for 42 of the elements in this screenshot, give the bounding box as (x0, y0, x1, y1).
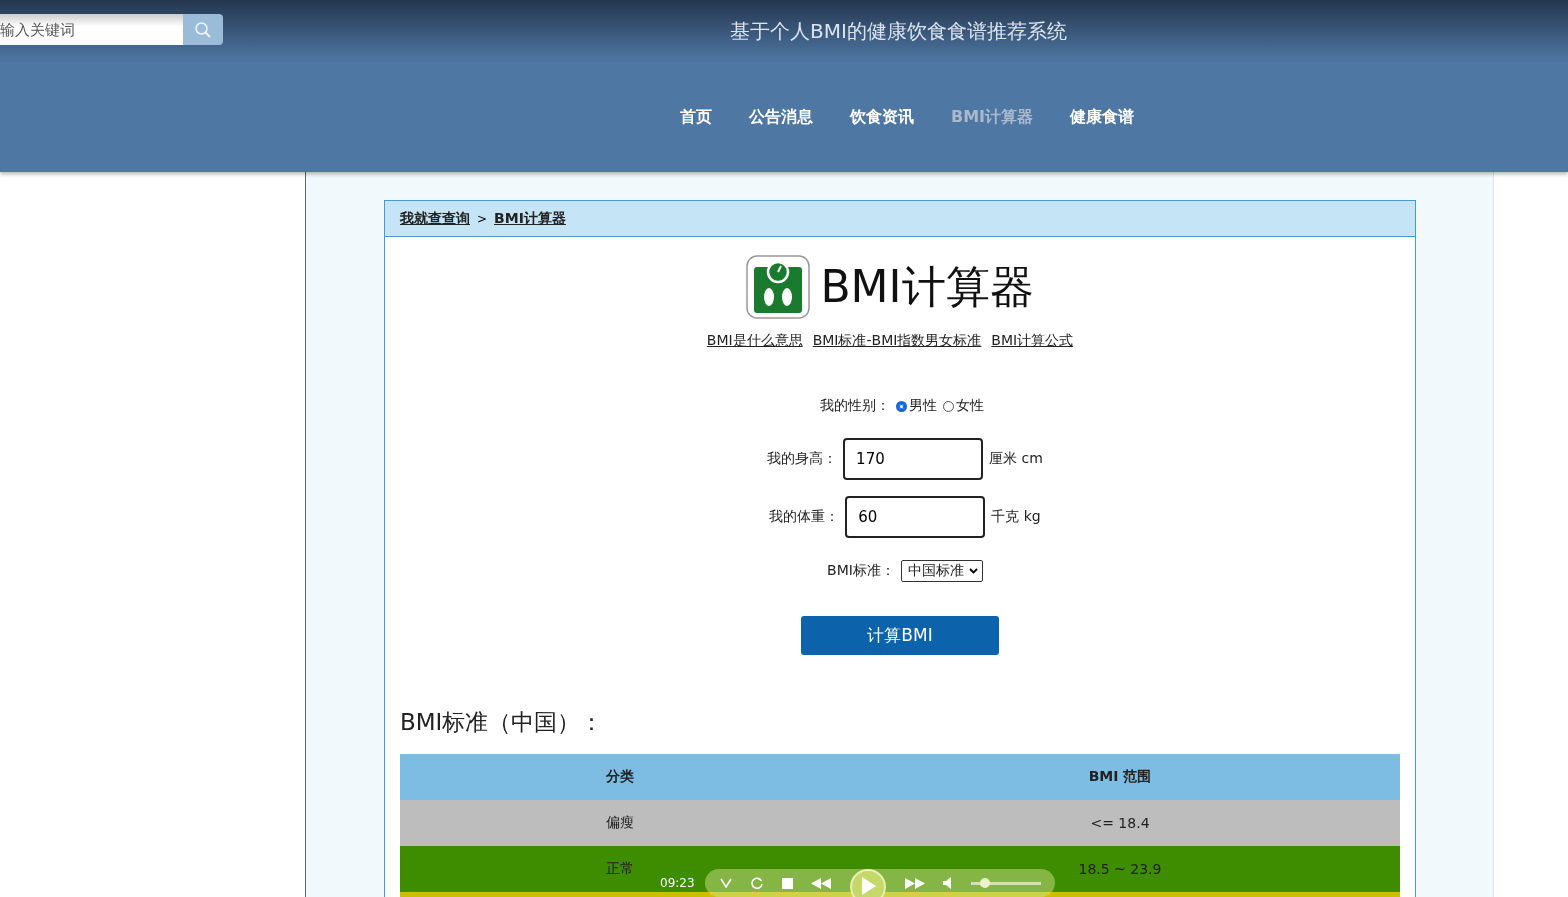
standard-label: BMI标准： (827, 562, 895, 580)
table-heading: BMI标准（中国）： (400, 708, 605, 737)
breadcrumb-separator: > (477, 211, 488, 226)
standard-dropdown[interactable]: 中国标准 (900, 560, 983, 582)
nav-link[interactable]: 公告消息 (749, 106, 813, 128)
table-cell-text: 偏瘦 (605, 814, 635, 832)
table-cell-text: 正常 (605, 860, 635, 878)
volume-icon[interactable] (942, 877, 953, 889)
caret-icon (968, 568, 978, 574)
info-link[interactable]: BMI计算公式 (991, 332, 1074, 350)
weight-field[interactable]: 60 (845, 496, 986, 538)
table-cell-text: 18.5 ~ 23.9 (1077, 861, 1163, 877)
height-label: 我的身高： (767, 450, 838, 468)
site-title: 基于个人BMI的健康饮食食谱推荐系统 (730, 17, 1067, 45)
column-header: 分类 (605, 768, 635, 786)
scale-icon (746, 255, 811, 319)
breadcrumb-link[interactable]: 我就查查询 (400, 209, 470, 228)
info-link[interactable]: BMI标准-BMI指数男女标准 (812, 332, 982, 350)
stop-icon[interactable] (781, 877, 793, 889)
nav-link[interactable]: 饮食资讯 (850, 106, 914, 128)
forward-icon[interactable] (904, 877, 925, 889)
column-header: BMI 范围 (1087, 768, 1153, 786)
breadcrumb-link[interactable]: BMI计算器 (494, 209, 566, 228)
weight-unit: 千克 kg (991, 508, 1041, 526)
rewind-icon[interactable] (810, 877, 831, 889)
refresh-icon[interactable] (750, 876, 764, 890)
calculator-title: BMI计算器 (820, 259, 1034, 314)
height-field[interactable]: 170 (843, 438, 984, 480)
calculate-button[interactable]: 计算BMI (801, 616, 999, 655)
nav-link[interactable]: 首页 (680, 106, 712, 128)
time-label: 09:23 (660, 876, 695, 890)
table-cell-text: <= 18.4 (1089, 815, 1151, 831)
volume-slider[interactable] (970, 881, 1041, 885)
gender-label: 我的性别： (820, 397, 890, 415)
height-unit: 厘米 cm (989, 450, 1043, 468)
play-icon[interactable] (848, 868, 887, 897)
gender-radio[interactable]: 女性 (943, 397, 984, 415)
search-icon[interactable] (194, 20, 212, 39)
info-link[interactable]: BMI是什么意思 (706, 332, 803, 350)
gender-radio[interactable]: 男性 (896, 397, 937, 415)
weight-label: 我的体重： (769, 508, 840, 526)
nav-link[interactable]: 健康食谱 (1070, 106, 1135, 128)
